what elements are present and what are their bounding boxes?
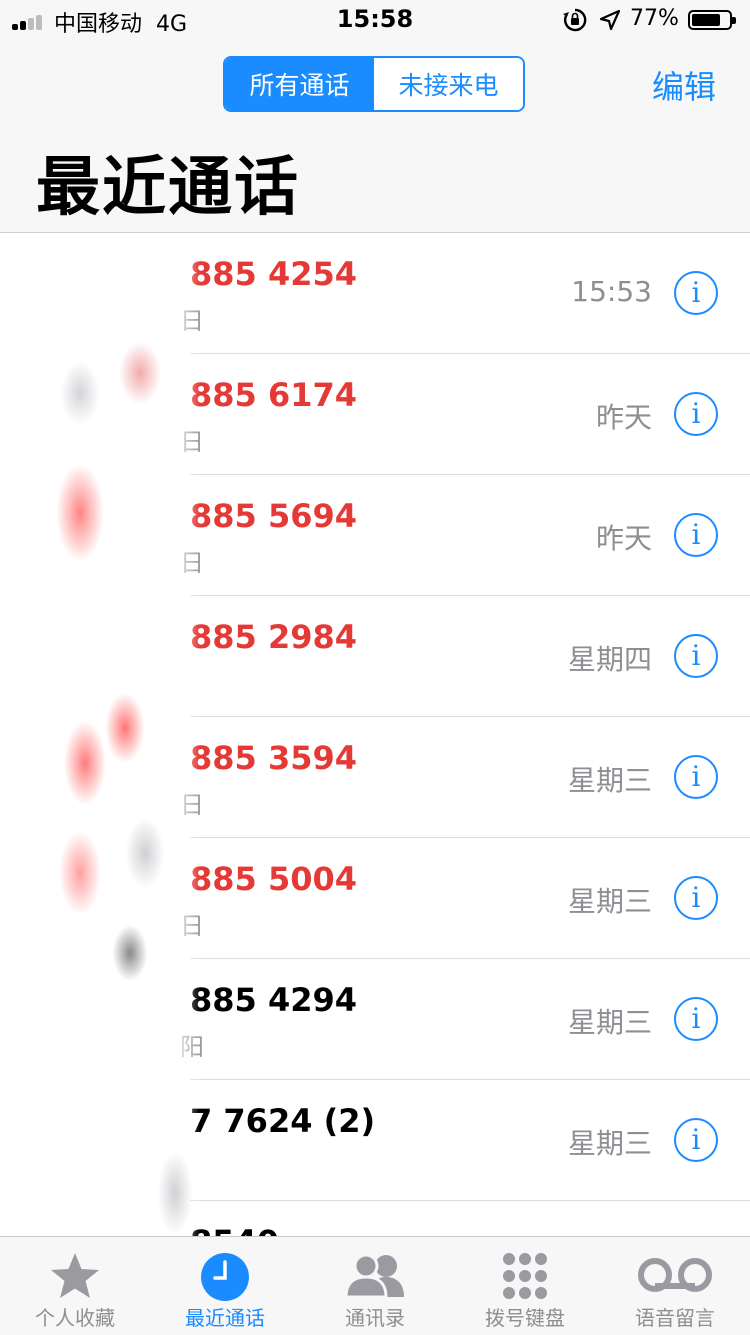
tab-voicemail[interactable]: 语音留言	[600, 1237, 750, 1335]
call-time: 昨天	[595, 522, 652, 555]
call-time: 15:53	[571, 275, 652, 308]
tab-favorites[interactable]: 个人收藏	[0, 1237, 150, 1335]
segment-missed-calls[interactable]: 未接来电	[374, 58, 523, 110]
info-icon[interactable]: i	[674, 1118, 718, 1162]
tab-recents[interactable]: 最近通话	[150, 1237, 300, 1335]
navigation-header: 所有通话 未接来电 编辑 最近通话	[0, 40, 750, 233]
segment-all-calls[interactable]: 所有通话	[225, 58, 374, 110]
voicemail-icon	[638, 1258, 712, 1292]
tab-bar: 个人收藏 最近通话 通讯录 拨号键盘 语音留言	[0, 1236, 750, 1335]
tab-keypad[interactable]: 拨号键盘	[450, 1237, 600, 1335]
info-icon[interactable]: i	[674, 634, 718, 678]
call-time: 星期三	[567, 764, 652, 797]
location-arrow-icon	[599, 9, 621, 31]
rotation-lock-icon	[563, 8, 587, 32]
tab-label: 拨号键盘	[485, 1306, 565, 1330]
call-time: 星期四	[567, 643, 652, 676]
tab-label: 通讯录	[345, 1306, 405, 1330]
tab-label: 最近通话	[185, 1306, 265, 1330]
battery-icon	[688, 10, 736, 30]
info-icon[interactable]: i	[674, 997, 718, 1041]
info-icon[interactable]: i	[674, 755, 718, 799]
caller-number: 885 4294	[190, 981, 357, 1019]
call-time: 星期三	[567, 1127, 652, 1160]
info-icon[interactable]: i	[674, 271, 718, 315]
contacts-icon	[344, 1253, 404, 1299]
call-time: 星期三	[567, 885, 652, 918]
privacy-redaction	[0, 233, 200, 1236]
status-bar: 中国移动 4G 15:58 77%	[0, 0, 750, 40]
caller-number: 885 3594	[190, 739, 357, 777]
caller-number: 885 4254	[190, 255, 357, 293]
call-filter-segmented-control: 所有通话 未接来电	[223, 56, 525, 112]
tab-label: 个人收藏	[35, 1306, 115, 1330]
caller-number: 885 2984	[190, 618, 357, 656]
tab-contacts[interactable]: 通讯录	[300, 1237, 450, 1335]
caller-number: 885 5694	[190, 497, 357, 535]
info-icon[interactable]: i	[674, 876, 718, 920]
battery-percent: 77%	[630, 6, 679, 31]
keypad-icon	[503, 1253, 547, 1299]
page-title: 最近通话	[36, 151, 300, 225]
caller-number: 7 7624 (2)	[190, 1102, 376, 1140]
star-icon	[51, 1253, 99, 1298]
info-icon[interactable]: i	[674, 392, 718, 436]
caller-number: 885 6174	[190, 376, 357, 414]
call-time: 星期三	[567, 1006, 652, 1039]
call-time: 昨天	[595, 401, 652, 434]
caller-number: 885 5004	[190, 860, 357, 898]
edit-button[interactable]: 编辑	[652, 62, 716, 108]
info-icon[interactable]: i	[674, 513, 718, 557]
clock-icon	[201, 1253, 249, 1301]
tab-label: 语音留言	[635, 1306, 715, 1330]
